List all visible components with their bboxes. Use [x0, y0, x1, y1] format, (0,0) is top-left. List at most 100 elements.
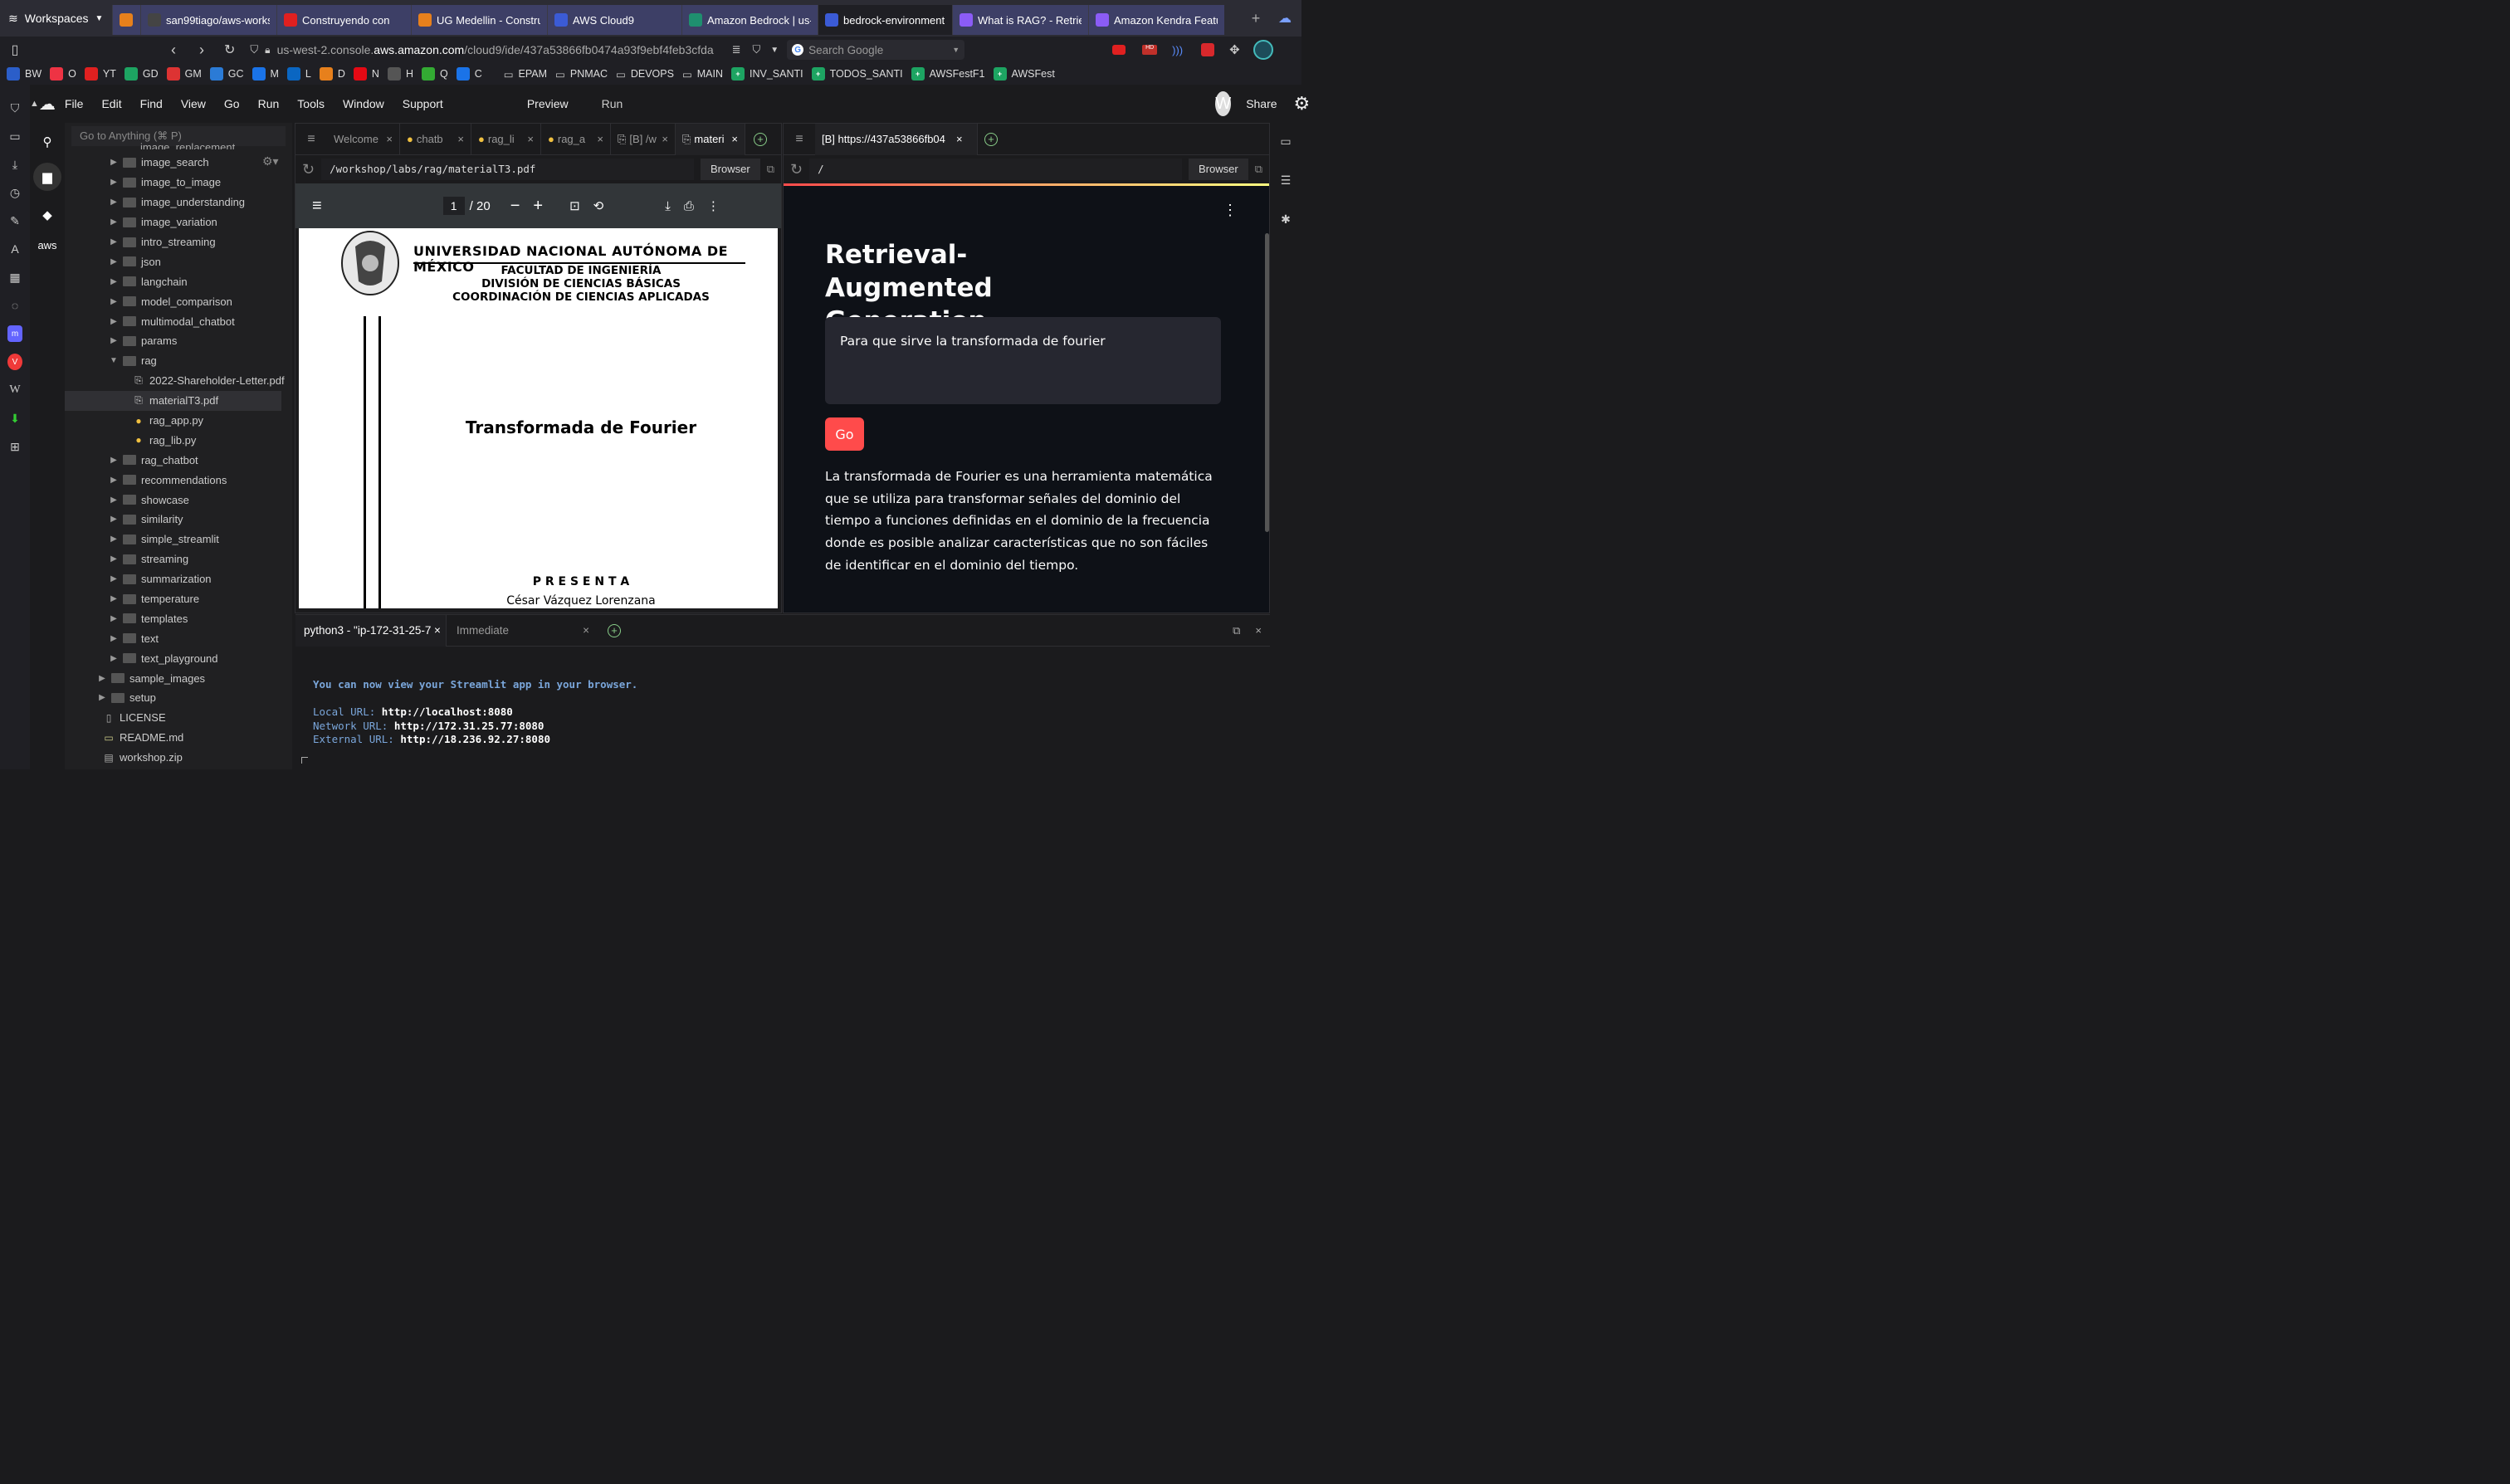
browser-tab[interactable]: [112, 5, 140, 35]
chevron-right-icon[interactable]: ▶: [108, 277, 120, 286]
tree-item[interactable]: ▶ sample_images: [65, 668, 292, 688]
chevron-right-icon[interactable]: ▶: [108, 476, 120, 485]
eye-ext-icon[interactable]: [1253, 40, 1273, 60]
collaborate-icon[interactable]: ▭: [1280, 134, 1291, 149]
kebab-menu-icon[interactable]: ⋮: [1223, 202, 1238, 219]
close-icon[interactable]: ×: [731, 133, 738, 145]
bookmark-item[interactable]: ▭ MAIN: [682, 68, 723, 81]
browser-button[interactable]: Browser: [1189, 159, 1248, 180]
add-terminal-icon[interactable]: +: [608, 623, 621, 637]
chevron-right-icon[interactable]: ▶: [108, 634, 120, 643]
chevron-down-icon[interactable]: ▼: [108, 356, 120, 365]
browser-tab[interactable]: Amazon Kendra Featur: [1088, 5, 1224, 35]
go-button[interactable]: Go: [825, 417, 864, 451]
bookmark-item[interactable]: M: [251, 67, 279, 81]
bookmark-item[interactable]: D: [319, 67, 345, 81]
bookmark-item[interactable]: BW: [7, 67, 42, 81]
pdf-path-input[interactable]: /workshop/labs/rag/materialT3.pdf: [321, 159, 695, 180]
extensions-icon[interactable]: ✥: [1229, 42, 1240, 57]
tree-settings-icon[interactable]: ⚙▾: [262, 154, 279, 168]
browser-tab[interactable]: AWS Cloud9: [547, 5, 681, 35]
chevron-right-icon[interactable]: ▶: [96, 693, 108, 702]
chevron-right-icon[interactable]: ▶: [96, 674, 108, 683]
fit-page-icon[interactable]: ⊡: [569, 198, 580, 213]
page-number-input[interactable]: 1: [442, 197, 465, 215]
download-icon[interactable]: ⤓: [665, 199, 671, 213]
bookmark-item[interactable]: ▭ PNMAC: [555, 68, 608, 81]
forward-icon[interactable]: ›: [199, 41, 204, 59]
search-field[interactable]: G Search Google ▼: [787, 40, 965, 60]
scrollbar[interactable]: [1265, 233, 1269, 532]
editor-tab[interactable]: ⎘ [B] /w ×: [611, 123, 676, 155]
editor-tab[interactable]: Welcome ×: [327, 123, 400, 155]
tree-item[interactable]: ▶ image_understanding: [65, 193, 292, 212]
chevron-right-icon[interactable]: ▶: [108, 178, 120, 187]
preview-path-input[interactable]: /: [809, 159, 1183, 180]
tree-item[interactable]: ▶ image_variation: [65, 212, 292, 232]
chevron-right-icon[interactable]: ▶: [108, 554, 120, 564]
chevron-right-icon[interactable]: ▶: [108, 237, 120, 247]
browser-tab[interactable]: san99tiago/aws-works: [140, 5, 276, 35]
tree-item[interactable]: ▶ temperature: [65, 589, 292, 609]
preview-tab[interactable]: [B] https://437a53866fb04 ×: [815, 123, 978, 155]
zoom-in-icon[interactable]: +: [533, 197, 543, 216]
menu-view[interactable]: View: [172, 97, 215, 110]
debugger-icon[interactable]: ✱: [1281, 212, 1291, 227]
youtube-ext-icon[interactable]: [1112, 45, 1126, 55]
terminal-tab-immediate[interactable]: Immediate ×: [447, 615, 598, 647]
sidebar-toggle-icon[interactable]: ▯: [0, 41, 30, 58]
close-icon[interactable]: ×: [457, 133, 464, 145]
tree-item[interactable]: ▶ text_playground: [65, 648, 292, 668]
wikipedia-icon[interactable]: W: [7, 382, 22, 398]
tree-item[interactable]: ● rag_lib.py: [65, 430, 292, 450]
tree-item[interactable]: ▶ recommendations: [65, 470, 292, 490]
chevron-right-icon[interactable]: ▶: [108, 158, 120, 167]
bookmark-item[interactable]: GC: [209, 67, 244, 81]
chevron-right-icon[interactable]: ▶: [108, 574, 120, 583]
tree-item[interactable]: ⎘ 2022-Shareholder-Letter.pdf: [65, 371, 292, 391]
dropdown-icon[interactable]: ▼: [770, 46, 779, 55]
collapse-up-icon[interactable]: ▲: [30, 99, 39, 109]
tree-item[interactable]: ▤ workshop.zip: [65, 748, 292, 768]
menu-go[interactable]: Go: [215, 97, 249, 110]
more-icon[interactable]: ⋮: [707, 198, 720, 213]
refresh-icon[interactable]: ↻: [302, 161, 315, 178]
close-icon[interactable]: ×: [434, 624, 441, 637]
print-icon[interactable]: ⎙: [684, 199, 694, 213]
bookmark-item[interactable]: ▭ DEVOPS: [616, 68, 674, 81]
chevron-right-icon[interactable]: ▶: [108, 535, 120, 544]
aws-icon[interactable]: aws: [37, 239, 56, 251]
browser-tab[interactable]: What is RAG? - Retriev: [952, 5, 1088, 35]
browser-tab[interactable]: bedrock-environment: [818, 5, 952, 35]
menu-run[interactable]: Run: [249, 97, 289, 110]
tree-item[interactable]: ▶ templates: [65, 608, 292, 628]
bookmark-item[interactable]: + INV_SANTI: [731, 67, 803, 81]
bookmark-item[interactable]: Q: [421, 67, 448, 81]
tree-item[interactable]: ▶ langchain: [65, 271, 292, 291]
chevron-right-icon[interactable]: ▶: [108, 336, 120, 345]
tree-item[interactable]: ▶ streaming: [65, 549, 292, 569]
bookmark-item[interactable]: C: [456, 67, 482, 81]
tree-item[interactable]: ▶ text: [65, 628, 292, 648]
search-icon[interactable]: ⚲: [43, 134, 52, 149]
chevron-right-icon[interactable]: ▶: [108, 317, 120, 326]
cloud9-logo-icon[interactable]: ☁: [39, 94, 56, 115]
browser-tab[interactable]: Amazon Bedrock | us-: [681, 5, 818, 35]
menu-edit[interactable]: Edit: [92, 97, 130, 110]
bookmark-item[interactable]: H: [387, 67, 413, 81]
editor-tab[interactable]: ● rag_a ×: [541, 123, 611, 155]
popout-icon[interactable]: ⧉: [767, 163, 774, 176]
translate-icon[interactable]: A: [7, 241, 22, 257]
mastodon-icon[interactable]: m: [7, 325, 22, 342]
add-panel-icon[interactable]: ⊞: [7, 438, 22, 455]
zoom-out-icon[interactable]: −: [510, 197, 520, 216]
tree-item[interactable]: ▶ params: [65, 331, 292, 351]
calendar-icon[interactable]: ▦: [7, 269, 22, 286]
chevron-right-icon[interactable]: ▶: [108, 594, 120, 603]
git-icon[interactable]: ◆: [42, 207, 52, 222]
network-url[interactable]: http://172.31.25.77:8080: [394, 720, 544, 732]
bookmark-panel-icon[interactable]: ⛉: [7, 100, 22, 116]
close-icon[interactable]: ×: [956, 133, 963, 145]
tree-item[interactable]: ▶ setup: [65, 688, 292, 708]
browser-button[interactable]: Browser: [701, 159, 760, 180]
